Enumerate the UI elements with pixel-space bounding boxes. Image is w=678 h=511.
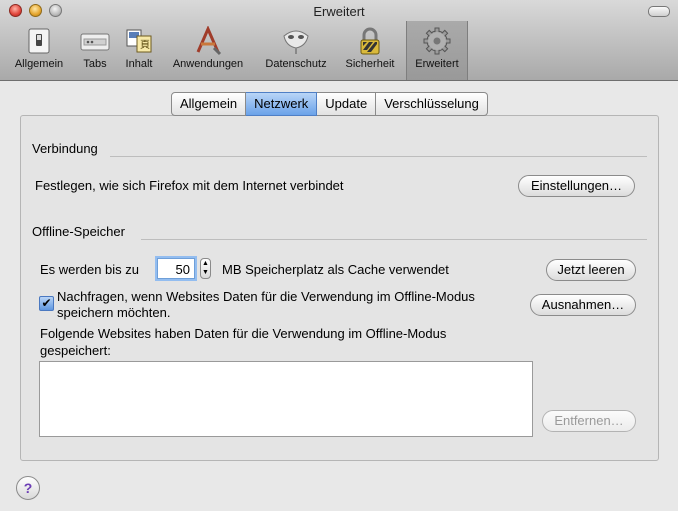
cache-size-stepper[interactable]: ▲ ▼: [200, 258, 211, 279]
toolbar-item-sicherheit[interactable]: Sicherheit: [340, 26, 400, 78]
switch-icon: [28, 28, 50, 54]
connection-heading: Verbindung: [32, 141, 98, 156]
content-icon: 頁: [126, 29, 152, 53]
ask-offline-label-line1: Nachfragen, wenn Websites Daten für die …: [57, 289, 475, 304]
svg-text:頁: 頁: [140, 39, 150, 51]
clear-cache-button[interactable]: Jetzt leeren: [546, 259, 636, 281]
exceptions-button[interactable]: Ausnahmen…: [530, 294, 636, 316]
cache-size-input[interactable]: 50: [157, 258, 195, 279]
tab-update[interactable]: Update: [317, 92, 377, 116]
lock-icon: [360, 27, 380, 55]
toolbar-item-allgemein[interactable]: Allgemein: [8, 26, 70, 78]
toolbar-item-erweitert[interactable]: Erweitert: [406, 21, 468, 80]
remove-site-button[interactable]: Entfernen…: [542, 410, 636, 432]
toolbar-item-tabs[interactable]: Tabs: [76, 26, 114, 78]
cache-suffix-label: MB Speicherplatz als Cache verwendet: [222, 262, 449, 277]
privacy-mask-icon: [283, 30, 309, 54]
divider: [141, 239, 647, 240]
toolbar: Erweitert Allgemein Tabs 頁 Inhalt Anwend…: [0, 0, 678, 81]
cache-prefix-label: Es werden bis zu: [40, 262, 139, 277]
offline-sites-label-line2: gespeichert:: [40, 343, 111, 358]
toolbar-item-label: Erweitert: [415, 58, 459, 70]
toolbar-item-datenschutz[interactable]: Datenschutz: [258, 26, 334, 78]
toolbar-item-anwendungen[interactable]: Anwendungen: [166, 26, 250, 78]
window-title: Erweitert: [313, 4, 365, 19]
toolbar-item-label: Tabs: [83, 58, 107, 70]
toolbar-item-label: Sicherheit: [345, 58, 395, 70]
tab-allgemein[interactable]: Allgemein: [171, 92, 247, 116]
tab-verschluesselung[interactable]: Verschlüsselung: [376, 92, 488, 116]
offline-sites-label-line1: Folgende Websites haben Daten für die Ve…: [40, 326, 447, 341]
toolbar-toggle-button[interactable]: [648, 6, 670, 17]
offline-sites-list[interactable]: [39, 361, 533, 437]
toolbar-item-label: Inhalt: [125, 58, 153, 70]
divider: [110, 156, 647, 157]
connection-description: Festlegen, wie sich Firefox mit dem Inte…: [35, 178, 344, 193]
toolbar-item-label: Allgemein: [14, 58, 64, 70]
tab-bar: Allgemein Netzwerk Update Verschlüsselun…: [171, 92, 488, 116]
toolbar-item-inhalt[interactable]: 頁 Inhalt: [118, 26, 160, 78]
connection-settings-button[interactable]: Einstellungen…: [518, 175, 635, 197]
applications-icon: [196, 26, 222, 56]
toolbar-item-label: Datenschutz: [265, 58, 327, 70]
ask-offline-label-line2: speichern möchten.: [57, 305, 171, 320]
ask-offline-checkbox[interactable]: ✔: [39, 296, 54, 311]
gear-icon: [423, 27, 451, 55]
tab-netzwerk[interactable]: Netzwerk: [246, 92, 318, 116]
help-button[interactable]: ?: [16, 476, 40, 500]
toolbar-item-label: Anwendungen: [172, 58, 244, 70]
offline-heading: Offline-Speicher: [32, 224, 125, 239]
tabs-icon: [80, 33, 110, 51]
preferences-window: Erweitert Allgemein Tabs 頁 Inhalt Anwend…: [0, 0, 678, 511]
